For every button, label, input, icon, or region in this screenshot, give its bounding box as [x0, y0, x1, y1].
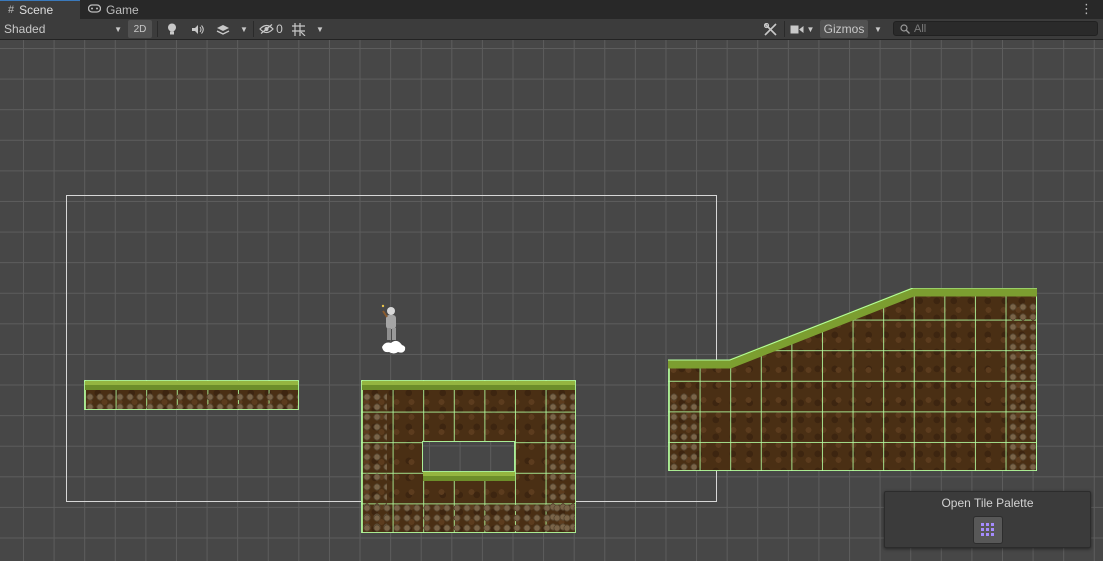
- rock-strip: [669, 392, 697, 470]
- more-options-icon[interactable]: ⋮: [1080, 1, 1093, 17]
- toggle-2d-button[interactable]: 2D: [128, 20, 152, 38]
- layers-icon: [216, 24, 230, 35]
- tools-button[interactable]: [760, 20, 780, 38]
- camera-settings-button[interactable]: ▼: [787, 20, 817, 38]
- grass-strip: [423, 472, 515, 484]
- shading-mode-dropdown[interactable]: Shaded ▼: [4, 20, 122, 38]
- tile-palette-label: Open Tile Palette: [941, 496, 1034, 510]
- grass-strip: [362, 381, 575, 393]
- tools-icon: [763, 22, 777, 36]
- scene-viewport[interactable]: [0, 40, 1103, 561]
- gamepad-icon: [87, 3, 102, 16]
- speaker-icon: [191, 24, 204, 34]
- tile-palette-icon: [981, 523, 994, 536]
- rock-strip: [85, 392, 298, 409]
- grid-dropdown[interactable]: ▼: [313, 20, 327, 38]
- chevron-down-icon: ▼: [806, 24, 815, 34]
- rock-strip: [1008, 302, 1036, 470]
- tab-game-label: Game: [106, 2, 139, 17]
- open-tile-palette-button[interactable]: [973, 516, 1003, 544]
- hidden-object-count: 0: [276, 22, 283, 36]
- tilemap-hole: [422, 441, 515, 472]
- search-placeholder: All: [914, 22, 927, 35]
- slope-grass-edge: [668, 288, 1037, 369]
- tab-game[interactable]: Game: [80, 0, 146, 19]
- chevron-down-icon: ▼: [316, 24, 324, 34]
- effects-toggle-button[interactable]: [211, 20, 235, 38]
- shading-mode-value: Shaded: [4, 22, 46, 36]
- lightbulb-icon: [168, 23, 176, 35]
- gizmos-dropdown[interactable]: ▼: [870, 20, 886, 38]
- scene-search-field[interactable]: All: [893, 21, 1098, 36]
- scene-visibility-toggle[interactable]: 0: [256, 20, 286, 38]
- camera-icon: [790, 25, 804, 33]
- hash-icon: #: [8, 4, 15, 16]
- grid-snap-icon: [292, 22, 306, 36]
- chevron-down-icon: ▼: [874, 24, 882, 34]
- tab-scene[interactable]: # Scene: [0, 0, 80, 19]
- chevron-down-icon: ▼: [114, 24, 122, 34]
- lighting-toggle-button[interactable]: [162, 20, 182, 38]
- player-sprite[interactable]: [377, 303, 407, 359]
- tile-palette-overlay: Open Tile Palette: [884, 491, 1091, 548]
- chevron-down-icon: ▼: [240, 24, 248, 34]
- audio-toggle-button[interactable]: [187, 20, 207, 38]
- effects-dropdown[interactable]: ▼: [237, 20, 251, 38]
- rock-strip: [362, 503, 575, 532]
- tab-scene-label: Scene: [19, 3, 54, 17]
- window-tab-bar: # Scene Game ⋮: [0, 0, 1103, 20]
- eye-hidden-icon: [259, 24, 274, 34]
- grid-snapping-button[interactable]: [289, 20, 309, 38]
- search-icon: [900, 23, 910, 34]
- gizmos-button[interactable]: Gizmos: [820, 20, 868, 38]
